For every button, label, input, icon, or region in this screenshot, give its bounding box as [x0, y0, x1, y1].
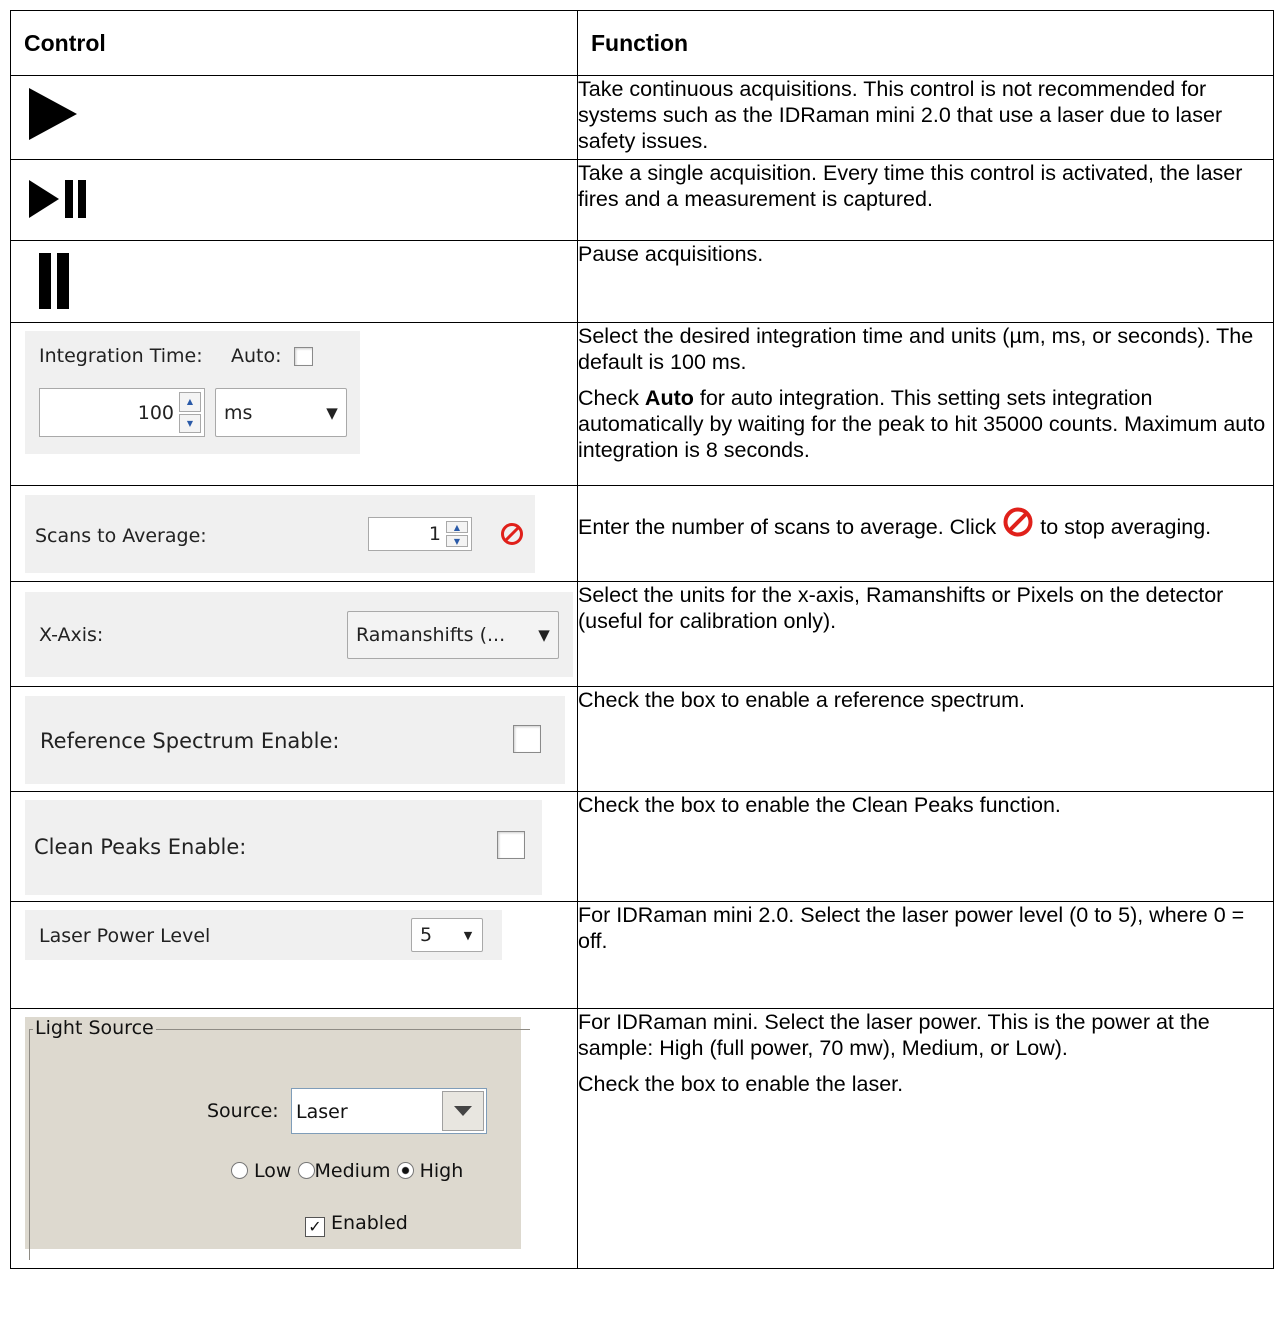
spin-down-icon[interactable]: ▼: [446, 535, 468, 547]
table-row-xaxis: X-Axis: Ramanshifts (... ▼ Select the un…: [10, 581, 1274, 687]
spinner-arrows[interactable]: ▲ ▼: [179, 392, 201, 433]
function-cell: Select the units for the x-axis, Ramansh…: [577, 581, 1274, 687]
control-cell: X-Axis: Ramanshifts (... ▼: [10, 581, 578, 687]
light-source-group-title: Light Source: [33, 1017, 156, 1039]
function-cell: Select the desired integration time and …: [577, 322, 1274, 486]
radio-icon: [231, 1162, 248, 1179]
spinner-arrows[interactable]: ▲ ▼: [446, 521, 468, 547]
reference-checkbox[interactable]: [513, 725, 541, 753]
radio-icon: [297, 1162, 315, 1179]
function-cell: Take continuous acquisitions. This contr…: [577, 75, 1274, 160]
play-icon: [29, 88, 77, 140]
integration-time-spinner[interactable]: 100 ▲ ▼: [39, 388, 205, 437]
function-cell: Enter the number of scans to average. Cl…: [577, 485, 1274, 582]
column-header-function: Function: [577, 10, 1274, 76]
radio-high[interactable]: High: [396, 1160, 463, 1182]
chevron-down-icon: ▼: [326, 403, 338, 422]
laser-level-select[interactable]: 5 ▼: [411, 918, 483, 952]
chevron-down-icon: ▼: [538, 626, 550, 644]
clean-peaks-checkbox[interactable]: [497, 831, 525, 859]
column-header-control: Control: [10, 10, 578, 76]
control-cell: Integration Time: Auto: 100 ▲ ▼ ms ▼: [10, 322, 578, 486]
chevron-down-icon: ▼: [463, 928, 473, 942]
table-row-play: Take continuous acquisitions. This contr…: [10, 75, 1274, 160]
function-cell: Check the box to enable a reference spec…: [577, 686, 1274, 792]
laser-level-panel: Laser Power Level 5 ▼: [25, 910, 502, 960]
integration-panel: Integration Time: Auto: 100 ▲ ▼ ms ▼: [25, 331, 360, 454]
table-row-pause: Pause acquisitions.: [10, 240, 1274, 323]
integration-time-value: 100: [137, 401, 174, 424]
radio-medium[interactable]: Medium: [297, 1160, 391, 1182]
clean-peaks-panel: Clean Peaks Enable:: [25, 800, 542, 895]
table-row-integration: Integration Time: Auto: 100 ▲ ▼ ms ▼ Sel…: [10, 322, 1274, 486]
table-row-light-source: Light Source Source: Laser Low Medium Hi…: [10, 1008, 1274, 1269]
spin-up-icon[interactable]: ▲: [446, 521, 468, 533]
enabled-checkbox-row[interactable]: ✓ Enabled: [305, 1212, 408, 1237]
scans-panel: Scans to Average: 1 ▲ ▼: [25, 495, 535, 573]
clean-peaks-label: Clean Peaks Enable:: [34, 835, 247, 859]
light-source-groupbox: [29, 1029, 530, 1260]
spin-down-icon[interactable]: ▼: [179, 413, 201, 433]
control-cell: Clean Peaks Enable:: [10, 791, 578, 902]
pause-icon: [39, 253, 69, 309]
xaxis-select[interactable]: Ramanshifts (... ▼: [347, 611, 559, 659]
control-cell: Scans to Average: 1 ▲ ▼: [10, 485, 578, 582]
integration-time-label: Integration Time:: [39, 345, 203, 367]
function-cell: For IDRaman mini. Select the laser power…: [577, 1008, 1274, 1269]
table-row-single: Take a single acquisition. Every time th…: [10, 159, 1274, 241]
control-cell: [10, 75, 578, 160]
source-label: Source:: [207, 1100, 279, 1122]
power-radio-group: Low Medium High: [231, 1160, 463, 1182]
function-cell: Pause acquisitions.: [577, 240, 1274, 323]
table-row-clean: Clean Peaks Enable: Check the box to ena…: [10, 791, 1274, 902]
control-cell: Light Source Source: Laser Low Medium Hi…: [10, 1008, 578, 1269]
auto-label: Auto:: [231, 345, 282, 367]
radio-selected-icon: [396, 1162, 414, 1179]
enabled-checkbox[interactable]: ✓: [305, 1217, 325, 1237]
scans-label: Scans to Average:: [35, 525, 207, 547]
control-cell: Laser Power Level 5 ▼: [10, 901, 578, 1009]
scans-value: 1: [428, 523, 441, 545]
source-select[interactable]: Laser: [291, 1088, 487, 1134]
light-source-panel: Light Source Source: Laser Low Medium Hi…: [25, 1017, 530, 1260]
chevron-down-icon: [454, 1106, 472, 1116]
radio-low[interactable]: Low: [231, 1160, 291, 1182]
integration-unit-select[interactable]: ms ▼: [215, 388, 347, 437]
controls-table: Control Function Take continuous acquisi…: [10, 10, 1274, 1269]
xaxis-panel: X-Axis: Ramanshifts (... ▼: [25, 592, 573, 677]
stop-averaging-icon: [1003, 507, 1033, 537]
auto-checkbox[interactable]: [294, 347, 313, 366]
function-cell: Take a single acquisition. Every time th…: [577, 159, 1274, 241]
laser-level-label: Laser Power Level: [39, 925, 211, 947]
reference-label: Reference Spectrum Enable:: [40, 729, 340, 753]
play-pause-icon: [29, 180, 86, 218]
control-cell: [10, 159, 578, 241]
xaxis-label: X-Axis:: [39, 624, 104, 646]
table-header-row: Control Function: [10, 10, 1274, 76]
reference-panel: Reference Spectrum Enable:: [25, 696, 565, 784]
function-cell: For IDRaman mini 2.0. Select the laser p…: [577, 901, 1274, 1009]
table-row-laser-level: Laser Power Level 5 ▼ For IDRaman mini 2…: [10, 901, 1274, 1009]
dropdown-button[interactable]: [442, 1091, 484, 1131]
scans-spinner[interactable]: 1 ▲ ▼: [368, 517, 472, 551]
stop-averaging-icon[interactable]: [500, 522, 524, 546]
spin-up-icon[interactable]: ▲: [179, 392, 201, 412]
control-cell: [10, 240, 578, 323]
function-cell: Check the box to enable the Clean Peaks …: [577, 791, 1274, 902]
control-cell: Reference Spectrum Enable:: [10, 686, 578, 792]
table-row-scans: Scans to Average: 1 ▲ ▼ Enter the number…: [10, 485, 1274, 582]
table-row-reference: Reference Spectrum Enable: Check the box…: [10, 686, 1274, 792]
